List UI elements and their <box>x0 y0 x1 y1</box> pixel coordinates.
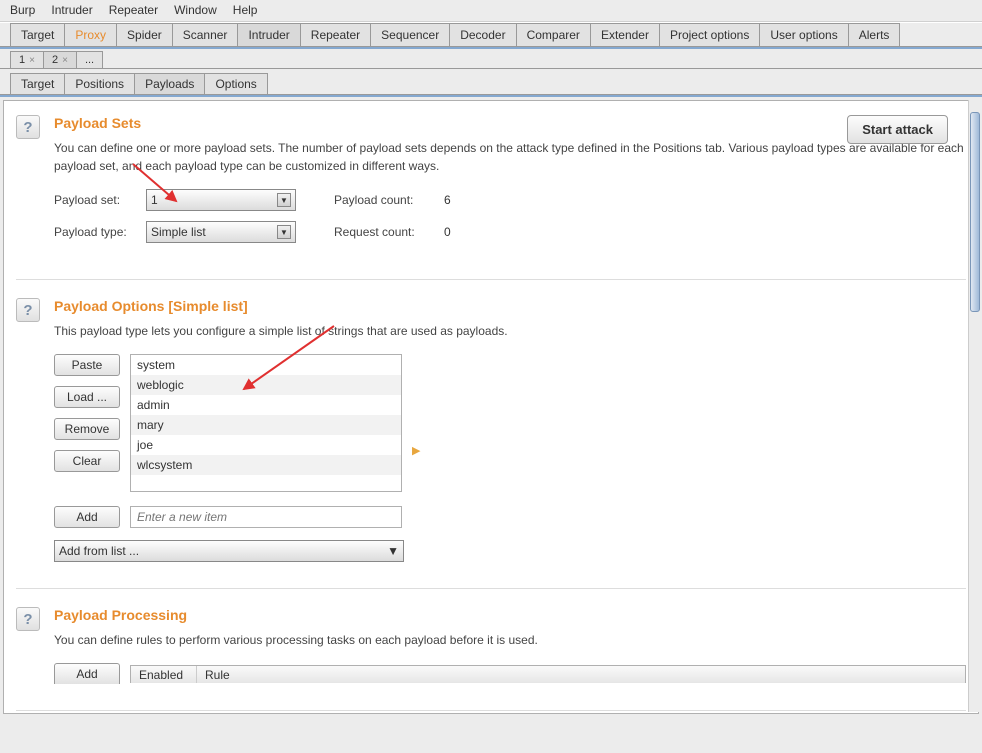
arrow-right-icon: ▶ <box>412 444 420 457</box>
tab-spider[interactable]: Spider <box>116 23 173 46</box>
payload-type-value: Simple list <box>151 225 206 239</box>
list-item[interactable]: weblogic <box>131 375 401 395</box>
main-tab-row: Target Proxy Spider Scanner Intruder Rep… <box>0 22 982 47</box>
session-tab-2[interactable]: 2× <box>43 51 77 68</box>
new-item-input[interactable] <box>130 506 402 528</box>
add-button[interactable]: Add <box>54 506 120 528</box>
scrollbar-thumb[interactable] <box>970 112 980 312</box>
payload-count-value: 6 <box>444 193 451 207</box>
chevron-down-icon: ▼ <box>277 225 291 239</box>
help-icon[interactable]: ? <box>16 115 40 139</box>
payload-count-label: Payload count: <box>334 193 434 207</box>
section-payload-options: ? Payload Options [Simple list] This pay… <box>16 298 966 589</box>
tab-target[interactable]: Target <box>10 23 65 46</box>
payload-type-label: Payload type: <box>54 225 136 239</box>
chevron-down-icon: ▼ <box>387 544 399 558</box>
payload-set-combo[interactable]: 1 ▼ <box>146 189 296 211</box>
request-count-label: Request count: <box>334 225 434 239</box>
col-enabled: Enabled <box>131 666 197 683</box>
tab-scanner[interactable]: Scanner <box>172 23 239 46</box>
request-count-value: 0 <box>444 225 451 239</box>
load-button[interactable]: Load ... <box>54 386 120 408</box>
col-rule: Rule <box>197 666 965 683</box>
payload-set-value: 1 <box>151 193 158 207</box>
sub-tab-row: Target Positions Payloads Options <box>0 69 982 95</box>
start-attack-button[interactable]: Start attack <box>847 115 948 144</box>
tab-user-options[interactable]: User options <box>759 23 848 46</box>
list-item[interactable]: admin <box>131 395 401 415</box>
remove-button[interactable]: Remove <box>54 418 120 440</box>
menu-repeater[interactable]: Repeater <box>105 2 162 18</box>
payload-options-title: Payload Options [Simple list] <box>54 298 966 314</box>
payload-set-label: Payload set: <box>54 193 136 207</box>
content-wrap: Start attack ? Payload Sets You can defi… <box>0 95 982 715</box>
list-item[interactable]: joe <box>131 435 401 455</box>
subtab-positions[interactable]: Positions <box>64 73 135 94</box>
tab-alerts[interactable]: Alerts <box>848 23 901 46</box>
menu-intruder[interactable]: Intruder <box>47 2 96 18</box>
tab-sequencer[interactable]: Sequencer <box>370 23 450 46</box>
processing-table-header: Enabled Rule <box>130 665 966 683</box>
tab-project-options[interactable]: Project options <box>659 23 760 46</box>
tab-extender[interactable]: Extender <box>590 23 660 46</box>
payload-sets-desc: You can define one or more payload sets.… <box>54 139 966 175</box>
close-icon[interactable]: × <box>62 55 68 66</box>
subtab-options[interactable]: Options <box>204 73 267 94</box>
payload-type-combo[interactable]: Simple list ▼ <box>146 221 296 243</box>
tab-repeater[interactable]: Repeater <box>300 23 371 46</box>
help-icon[interactable]: ? <box>16 607 40 631</box>
list-item[interactable]: system <box>131 355 401 375</box>
subtab-payloads[interactable]: Payloads <box>134 73 205 94</box>
close-icon[interactable]: × <box>29 55 35 66</box>
tab-proxy[interactable]: Proxy <box>64 23 117 46</box>
vertical-scrollbar[interactable] <box>968 100 982 712</box>
tab-comparer[interactable]: Comparer <box>516 23 591 46</box>
tab-decoder[interactable]: Decoder <box>449 23 516 46</box>
menubar: Burp Intruder Repeater Window Help <box>0 0 982 22</box>
chevron-down-icon: ▼ <box>277 193 291 207</box>
menu-help[interactable]: Help <box>229 2 262 18</box>
content-panel: Start attack ? Payload Sets You can defi… <box>3 100 979 714</box>
add-from-list-combo[interactable]: Add from list ... ▼ <box>54 540 404 562</box>
payload-options-desc: This payload type lets you configure a s… <box>54 322 966 340</box>
payload-processing-desc: You can define rules to perform various … <box>54 631 966 649</box>
tab-intruder[interactable]: Intruder <box>237 23 300 46</box>
add-from-list-label: Add from list ... <box>59 544 139 558</box>
paste-button[interactable]: Paste <box>54 354 120 376</box>
session-tab-1[interactable]: 1× <box>10 51 44 68</box>
menu-window[interactable]: Window <box>170 2 221 18</box>
help-icon[interactable]: ? <box>16 298 40 322</box>
payload-sets-title: Payload Sets <box>54 115 966 131</box>
payload-processing-title: Payload Processing <box>54 607 966 623</box>
session-tab-row: 1× 2× ... <box>0 47 982 69</box>
clear-button[interactable]: Clear <box>54 450 120 472</box>
section-payload-processing: ? Payload Processing You can define rule… <box>16 607 966 711</box>
section-payload-sets: ? Payload Sets You can define one or mor… <box>16 115 966 280</box>
list-item[interactable]: mary <box>131 415 401 435</box>
list-item[interactable]: wlcsystem <box>131 455 401 475</box>
session-tab-more[interactable]: ... <box>76 51 103 68</box>
menu-burp[interactable]: Burp <box>6 2 39 18</box>
subtab-target[interactable]: Target <box>10 73 65 94</box>
payload-list[interactable]: system weblogic admin mary joe wlcsystem <box>130 354 402 492</box>
processing-add-button[interactable]: Add <box>54 663 120 684</box>
